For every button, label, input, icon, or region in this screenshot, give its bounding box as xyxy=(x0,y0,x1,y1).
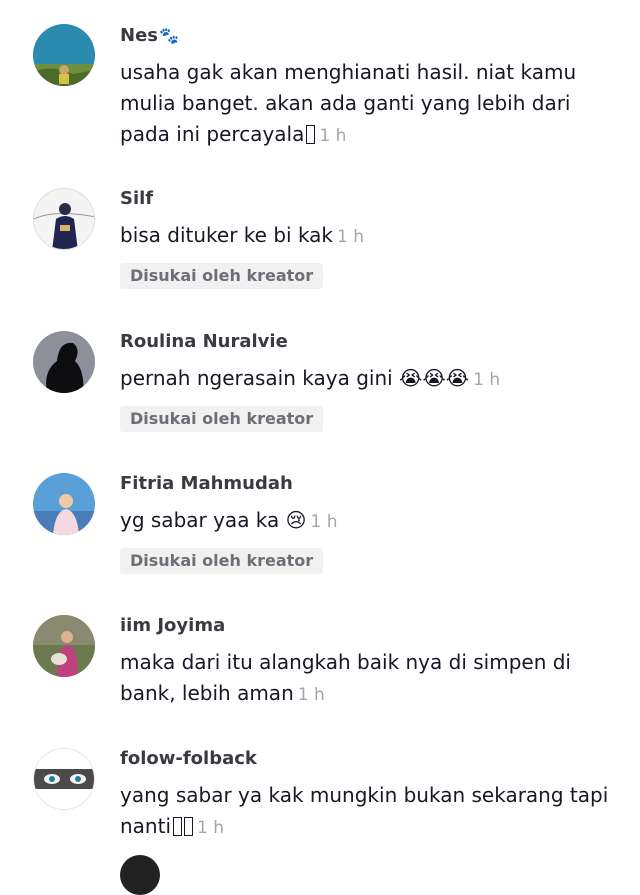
comment-username[interactable]: Roulina Nuralvie xyxy=(120,331,610,355)
avatar[interactable] xyxy=(33,24,95,86)
missing-glyph-icon xyxy=(173,817,183,836)
comment-time: 1 h xyxy=(319,126,347,146)
comment-username[interactable]: Silf xyxy=(120,188,610,212)
avatar[interactable] xyxy=(33,615,95,677)
comment-time: 1 h xyxy=(337,227,365,247)
missing-glyph-icon xyxy=(306,125,316,144)
liked-by-creator-badge: Disukai oleh kreator xyxy=(120,548,324,574)
crying-face-icon: 😢 xyxy=(285,508,307,532)
comment-text: pernah ngerasain kaya gini 😭😭😭 1 h xyxy=(120,366,501,390)
comment-time: 1 h xyxy=(297,685,325,705)
avatar[interactable] xyxy=(120,855,160,895)
avatar[interactable] xyxy=(33,748,95,810)
crying-face-icon: 😭😭😭 xyxy=(399,366,470,390)
avatar[interactable] xyxy=(33,473,95,535)
comment-text: yg sabar yaa ka 😢 1 h xyxy=(120,508,338,532)
comment-text: yang sabar ya kak mungkin bukan sekarang… xyxy=(120,783,609,838)
comment-username[interactable]: folow-folback xyxy=(120,748,610,772)
comment-time: 1 h xyxy=(197,818,225,838)
paw-icon: 🐾 xyxy=(159,26,179,45)
comment-text: maka dari itu alangkah baik nya di simpe… xyxy=(120,650,571,705)
comment-time: 1 h xyxy=(473,370,501,390)
comment-username[interactable]: Nes🐾 xyxy=(120,25,610,49)
comment-username[interactable]: iim Joyima xyxy=(120,615,610,639)
liked-by-creator-badge: Disukai oleh kreator xyxy=(120,406,324,432)
avatar[interactable] xyxy=(33,188,95,250)
comment-text: bisa dituker ke bi kak 1 h xyxy=(120,223,365,247)
comment-text: usaha gak akan menghianati hasil. niat k… xyxy=(120,60,577,146)
liked-by-creator-badge: Disukai oleh kreator xyxy=(120,263,324,289)
missing-glyph-icon xyxy=(184,817,194,836)
comment-time: 1 h xyxy=(310,512,338,532)
avatar[interactable] xyxy=(33,331,95,393)
comment-username[interactable]: Fitria Mahmudah xyxy=(120,473,610,497)
